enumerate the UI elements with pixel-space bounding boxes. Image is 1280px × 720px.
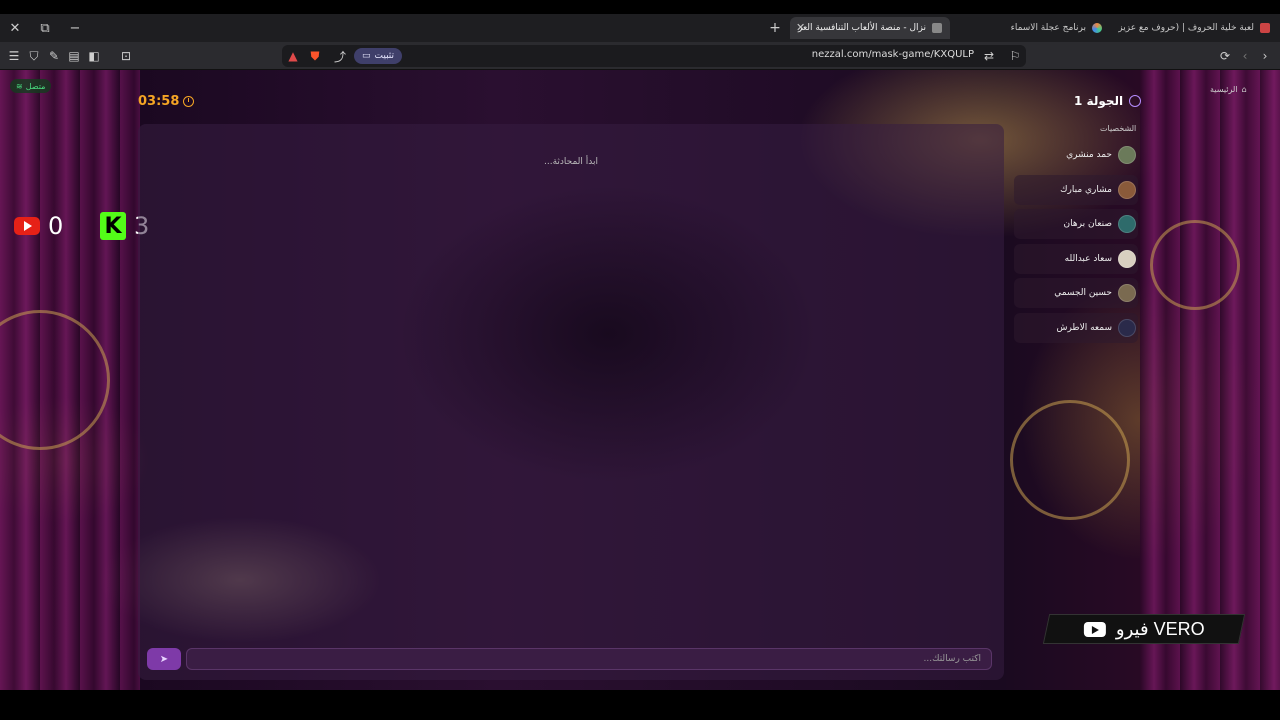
streamer-name: فيرو VERO [1115, 618, 1205, 639]
streamer-badge: فيرو VERO [1042, 614, 1246, 644]
home-icon: ⌂ [1241, 85, 1247, 94]
characters-list: حمد منشري مشاري مبارك صنعان برهان سعاد ع… [1014, 140, 1138, 347]
menu-icon[interactable]: ☰ [5, 47, 23, 65]
character-name: حمد منشري [1066, 150, 1112, 160]
browser-tab-bar: ✕ ⧉ − + نزال - منصة الألعاب التنافسية ال… [0, 14, 1280, 42]
address-bar[interactable]: ▲ ⛊ ⤴ ▭ تثبيت nezzal.com/mask-game/KXQUL… [282, 45, 1026, 67]
wallet-icon[interactable]: ▤ [65, 47, 83, 65]
connection-status-text: متصل [25, 81, 46, 91]
character-item[interactable]: مشاري مبارك [1014, 174, 1138, 205]
home-label: الرئيسية [1210, 85, 1238, 94]
mask-backdrop [398, 184, 818, 484]
message-input[interactable] [186, 648, 992, 670]
round-timer: 03:58 [138, 94, 195, 109]
youtube-score-value: 0 [48, 212, 64, 240]
install-app-button[interactable]: ▭ تثبيت [354, 48, 403, 64]
sidebar-icon[interactable]: ◧ [85, 47, 103, 65]
clock-icon [183, 96, 195, 107]
tab-letters-cell[interactable]: لعبة خلية الحروف | (حروف مع عزيز) خلية [1118, 17, 1278, 39]
site-settings-icon[interactable]: ⇄ [980, 47, 998, 65]
window-close-button[interactable]: ✕ [0, 14, 30, 42]
character-item[interactable]: سمعه الاطرش [1014, 312, 1138, 343]
home-link[interactable]: ⌂ الرئيسية [1210, 85, 1247, 94]
url-text: nezzal.com/mask-game/KXQULP [811, 49, 974, 60]
forward-icon[interactable]: ‹ [1236, 47, 1254, 65]
shield-icon[interactable]: ⛉ [25, 47, 43, 65]
tab-close-icon[interactable]: ✕ [796, 21, 805, 34]
wifi-icon: ≋ [16, 81, 23, 91]
youtube-icon [1083, 621, 1106, 637]
character-item[interactable]: صنعان برهان [1014, 209, 1138, 239]
character-item[interactable]: حمد منشري [1014, 140, 1138, 170]
character-avatar [1118, 215, 1136, 233]
timer-value: 03:58 [138, 94, 180, 109]
new-tab-button[interactable]: + [766, 17, 784, 39]
character-name: حسين الجسمي [1054, 288, 1112, 298]
character-avatar [1118, 284, 1136, 302]
tab-favicon-icon [1260, 23, 1270, 33]
ornament-scroll [1010, 400, 1130, 520]
characters-heading: الشخصيات [1100, 124, 1137, 133]
chat-panel: ابدأ المحادثة... ➤ [138, 124, 1004, 680]
window-minimize-button[interactable]: − [60, 14, 90, 42]
character-item[interactable]: سعاد عبدالله [1014, 243, 1138, 274]
brave-shield-icon[interactable]: ⛊ [306, 47, 324, 65]
plus-icon: + [769, 20, 781, 36]
install-label: تثبيت [374, 51, 395, 61]
kick-icon: K [100, 212, 126, 240]
restore-icon: ⧉ [40, 20, 50, 36]
close-icon: ✕ [9, 20, 21, 36]
youtube-icon [14, 217, 40, 235]
tab-title: لعبة خلية الحروف | (حروف مع عزيز) خلية [1118, 23, 1254, 33]
reload-icon[interactable]: ⟳ [1216, 47, 1234, 65]
window-restore-button[interactable]: ⧉ [30, 14, 60, 42]
browser-toolbar: ☰ ⛉ ✎ ▤ ◧ ⊡ ▲ ⛊ ⤴ ▭ تثبيت nezzal.com/mas… [0, 42, 1280, 70]
character-avatar [1118, 146, 1136, 164]
chat-empty-state: ابدأ المحادثة... [543, 157, 598, 167]
youtube-score: 0 [14, 212, 63, 240]
tab-title: نزال - منصة الألعاب التنافسية العر [798, 23, 926, 33]
rewards-icon[interactable]: ▲ [284, 47, 302, 65]
character-avatar [1118, 249, 1136, 268]
send-icon: ➤ [159, 653, 169, 665]
install-icon: ▭ [362, 51, 371, 61]
tab-favicon-icon [932, 23, 942, 33]
send-button[interactable]: ➤ [147, 648, 181, 670]
ornament-scroll [1150, 220, 1240, 310]
character-name: سمعه الاطرش [1056, 322, 1112, 333]
extensions-icon[interactable]: ✎ [45, 47, 63, 65]
share-icon[interactable]: ⤴ [331, 47, 349, 65]
round-status-icon [1129, 95, 1142, 107]
round-header: الجولة 1 [1074, 94, 1142, 108]
back-icon[interactable]: › [1256, 47, 1274, 65]
character-name: سعاد عبدالله [1064, 253, 1112, 264]
tab-name-wheel[interactable]: برنامج عجلة الاسماء [1000, 17, 1110, 39]
character-avatar [1118, 180, 1136, 199]
tab-nezzal[interactable]: نزال - منصة الألعاب التنافسية العر ✕ [790, 17, 950, 39]
character-name: صنعان برهان [1063, 219, 1112, 229]
tab-favicon-icon [1092, 23, 1102, 33]
tab-title: برنامج عجلة الاسماء [1010, 23, 1086, 33]
character-avatar [1118, 318, 1136, 337]
character-item[interactable]: حسين الجسمي [1014, 278, 1138, 308]
character-name: مشاري مبارك [1060, 184, 1112, 195]
round-title: الجولة 1 [1074, 94, 1124, 108]
minimize-icon: − [69, 20, 81, 36]
game-page: ≋ متصل 03:58 0 K 3 ابدأ المحادثة... ➤ ⌂ … [0, 70, 1280, 690]
bookmark-icon[interactable]: ⚐ [1006, 47, 1024, 65]
screenshot-icon[interactable]: ⊡ [117, 47, 135, 65]
connection-status-badge: ≋ متصل [10, 79, 52, 93]
curtain-right [1140, 70, 1280, 690]
